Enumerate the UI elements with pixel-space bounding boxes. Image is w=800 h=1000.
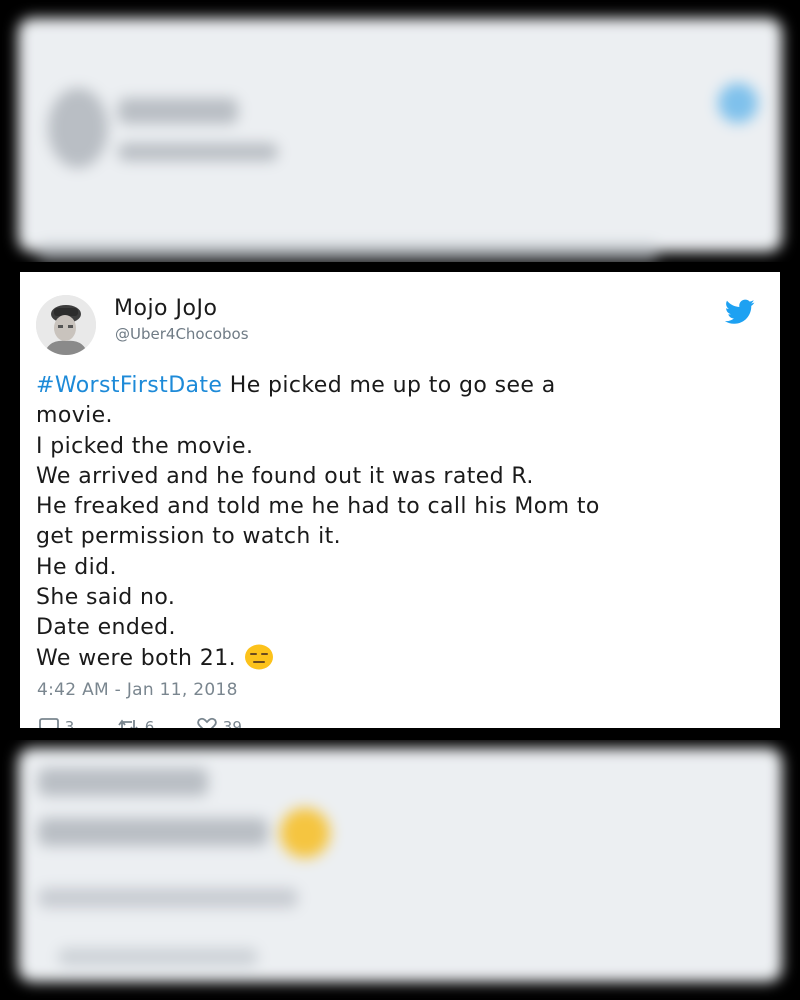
reply-button[interactable]: 3 <box>38 716 74 728</box>
blurred-background-top <box>0 0 800 262</box>
tweet-line: We were both 21. <box>36 644 756 674</box>
reply-icon <box>39 718 59 728</box>
tweet-line: Date ended. <box>36 615 176 641</box>
like-button[interactable]: 39 <box>196 716 242 728</box>
user-handle[interactable]: @Uber4Chocobos <box>115 325 249 343</box>
tweet-line: He freaked and told me he had to call hi… <box>36 494 600 520</box>
reply-count: 3 <box>64 718 75 728</box>
twitter-bird-icon[interactable] <box>725 299 755 325</box>
tweet-timestamp[interactable]: 4:42 AM - Jan 11, 2018 <box>37 680 238 700</box>
like-count: 39 <box>222 718 242 728</box>
display-name[interactable]: Mojo JoJo <box>114 296 217 321</box>
retweet-button[interactable]: 6 <box>116 716 154 728</box>
tweet-line: We arrived and he found out it was rated… <box>36 463 534 489</box>
expressionless-face-emoji <box>245 644 273 670</box>
tweet-line: I picked the movie. <box>36 433 254 459</box>
tweet-line: She said no. <box>36 585 176 611</box>
heart-icon <box>197 717 217 728</box>
tweet-line: movie. <box>36 403 113 429</box>
retweet-count: 6 <box>144 718 155 728</box>
avatar[interactable] <box>36 295 96 355</box>
tweet-card: Mojo JoJo @Uber4Chocobos #WorstFirstDate… <box>20 272 780 728</box>
avatar-image <box>36 295 96 355</box>
tweet-line-text: We were both 21. <box>36 645 236 671</box>
tweet-text: #WorstFirstDate He picked me up to go se… <box>36 371 756 674</box>
tweet-line: He did. <box>36 554 117 580</box>
tweet-actions: 3 6 39 <box>36 716 336 728</box>
hashtag-link[interactable]: #WorstFirstDate <box>36 373 222 398</box>
blurred-background-bottom <box>0 740 800 1000</box>
retweet-icon <box>118 719 138 728</box>
tweet-line: #WorstFirstDate He picked me up to go se… <box>36 371 756 401</box>
tweet-line-text: He picked me up to go see a <box>222 373 556 398</box>
tweet-line: get permission to watch it. <box>36 524 341 550</box>
